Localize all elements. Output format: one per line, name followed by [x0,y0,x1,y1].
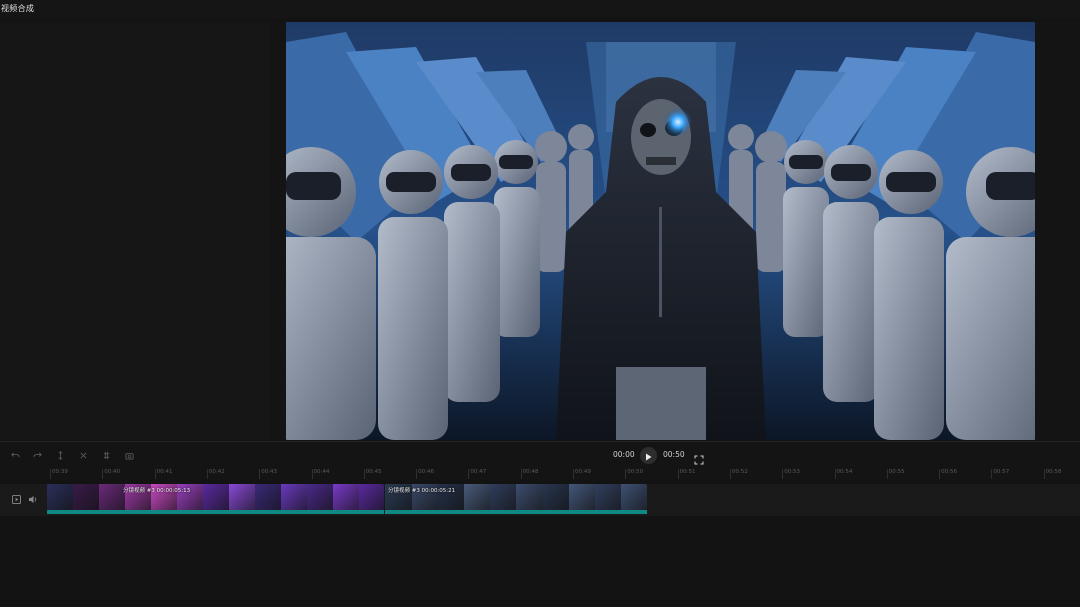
clip-thumbnail [254,484,281,510]
clip-thumbnail [98,484,126,510]
ruler-tick-label: 00:56 [941,469,957,475]
clip-thumbnail [306,484,333,510]
clip-thumbnail [47,484,74,510]
clip-label: 分镜视频 #3 00:00:05:21 [388,488,456,494]
clip-audio-bar [47,510,384,514]
ruler-tick-label: 00:44 [313,469,330,475]
ruler-tick-label: 00:52 [731,469,748,475]
clip-label: 分镜视频 #3 00:00:05:13 [123,488,191,494]
ruler-tick-label: 00:41 [156,469,173,475]
trim-icon[interactable] [100,449,112,461]
clip-thumbnail [568,484,596,510]
current-time: 00:00 [613,450,635,459]
clip-thumbnail [620,484,647,510]
ruler-tick-label: 00:50 [627,469,644,475]
clip-thumbnail [332,484,359,510]
clip-thumbnail [489,484,517,510]
title-bar: 视频合成 [0,0,1080,18]
clip-thumbnail [542,484,569,510]
preview-area [274,22,1080,440]
clip-thumbnail [463,484,491,510]
clip-thumbnail [280,484,307,510]
video-track: 分镜视频 #3 00:00:05:13 分镜视频 #3 00:00:05:21 [0,484,1080,516]
track-play-icon[interactable] [11,494,22,505]
play-button[interactable] [640,447,657,464]
ruler-tick-label: 00:45 [365,469,382,475]
ruler-tick-label: 00:43 [261,469,278,475]
video-preview-image [286,22,1035,440]
ruler-tick-label: 00:42 [208,469,225,475]
ruler-tick-label: 00:55 [888,469,905,475]
redo-icon[interactable] [31,449,43,461]
volume-icon[interactable] [27,494,38,505]
ruler-tick-label: 00:48 [522,469,539,475]
clip-thumbnail [516,484,543,510]
ruler-tick-label: 00:51 [679,469,696,475]
clip-audio-bar [385,510,647,514]
clip-thumbnail [594,484,622,510]
video-editor-app: { "app": { "title": "视频合成" }, "player": … [0,0,1080,607]
ruler-tick-label: 00:47 [470,469,487,475]
ruler-tick-label: 00:49 [575,469,591,475]
ruler-tick-label: 00:46 [418,469,434,475]
screenshot-icon[interactable] [123,449,135,461]
video-clip-1[interactable]: 分镜视频 #3 00:00:05:13 [47,484,384,510]
timeline-ruler[interactable]: 00:39 00:40 00:41 00:42 00:43 00:44 00:45 00:46… [0,468,1080,480]
ruler-tick-label: 00:54 [836,469,853,475]
total-time: 00:50 [663,450,685,459]
app-title: 视频合成 [1,4,35,13]
ruler-tick-label: 00:40 [104,469,121,475]
undo-icon[interactable] [9,449,21,461]
clip-thumbnail [202,484,229,510]
video-preview-frame[interactable] [286,22,1035,440]
clip-thumbnail [72,484,100,510]
split-icon[interactable] [54,449,66,461]
fullscreen-icon[interactable] [694,450,704,465]
ruler-tick-label: 00:57 [993,469,1010,475]
left-panel [0,22,270,440]
clip-thumbnail [228,484,255,510]
timeline-toolbar: 00:00 00:50 [0,442,1080,468]
play-icon [645,446,652,465]
video-clip-2[interactable]: 分镜视频 #3 00:00:05:21 [385,484,647,510]
delete-icon[interactable] [77,449,89,461]
ruler-tick-label: 00:58 [1045,469,1062,475]
ruler-tick-label: 00:39 [52,469,68,475]
clip-thumbnail [358,484,384,510]
ruler-tick-label: 00:53 [784,469,801,475]
